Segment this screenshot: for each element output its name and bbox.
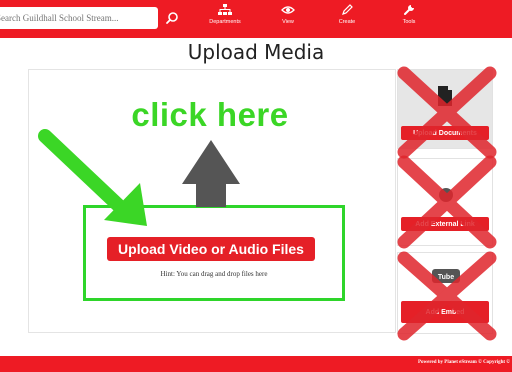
eye-icon — [281, 6, 295, 14]
drag-drop-hint: Hint: You can drag and drop files here — [160, 270, 268, 278]
youtube-icon: Tube — [432, 269, 460, 283]
nav-tools[interactable]: Tools — [381, 4, 437, 34]
pencil-icon — [342, 4, 353, 15]
nav-view-label: View — [282, 19, 294, 25]
nav-departments-label: Departments — [209, 19, 241, 25]
link-icon — [439, 188, 453, 202]
add-embed-card: Tube Add Embed — [397, 252, 493, 334]
sitemap-icon — [218, 4, 232, 15]
nav-create-label: Create — [338, 19, 356, 25]
click-here-annotation: click here — [131, 96, 289, 133]
search-button[interactable] — [158, 7, 186, 29]
add-embed-button[interactable]: Add Embed — [401, 301, 489, 323]
top-navigation-bar: Departments View Create Tools — [0, 0, 512, 38]
search-icon — [166, 12, 178, 24]
document-icon — [438, 86, 452, 106]
search-input[interactable] — [0, 7, 158, 29]
wrench-icon — [404, 5, 414, 15]
upload-documents-button[interactable]: Upload Documents — [401, 126, 489, 140]
upload-video-audio-button[interactable]: Upload Video or Audio Files — [107, 237, 315, 261]
page-title: Upload Media — [187, 40, 325, 64]
nav-view[interactable]: View — [260, 4, 316, 34]
footer-bar: Powered by Planet eStream © Copyright © — [0, 356, 512, 372]
nav-create[interactable]: Create — [319, 4, 375, 34]
svg-text:Tube: Tube — [438, 274, 454, 281]
footer-copyright: Powered by Planet eStream © Copyright © — [418, 360, 510, 365]
nav-tools-label: Tools — [402, 19, 416, 25]
upload-documents-card: Upload Documents — [397, 69, 493, 149]
add-external-link-card: Add External Link — [397, 158, 493, 246]
add-external-link-button[interactable]: Add External Link — [401, 217, 489, 231]
nav-departments[interactable]: Departments — [197, 4, 253, 34]
